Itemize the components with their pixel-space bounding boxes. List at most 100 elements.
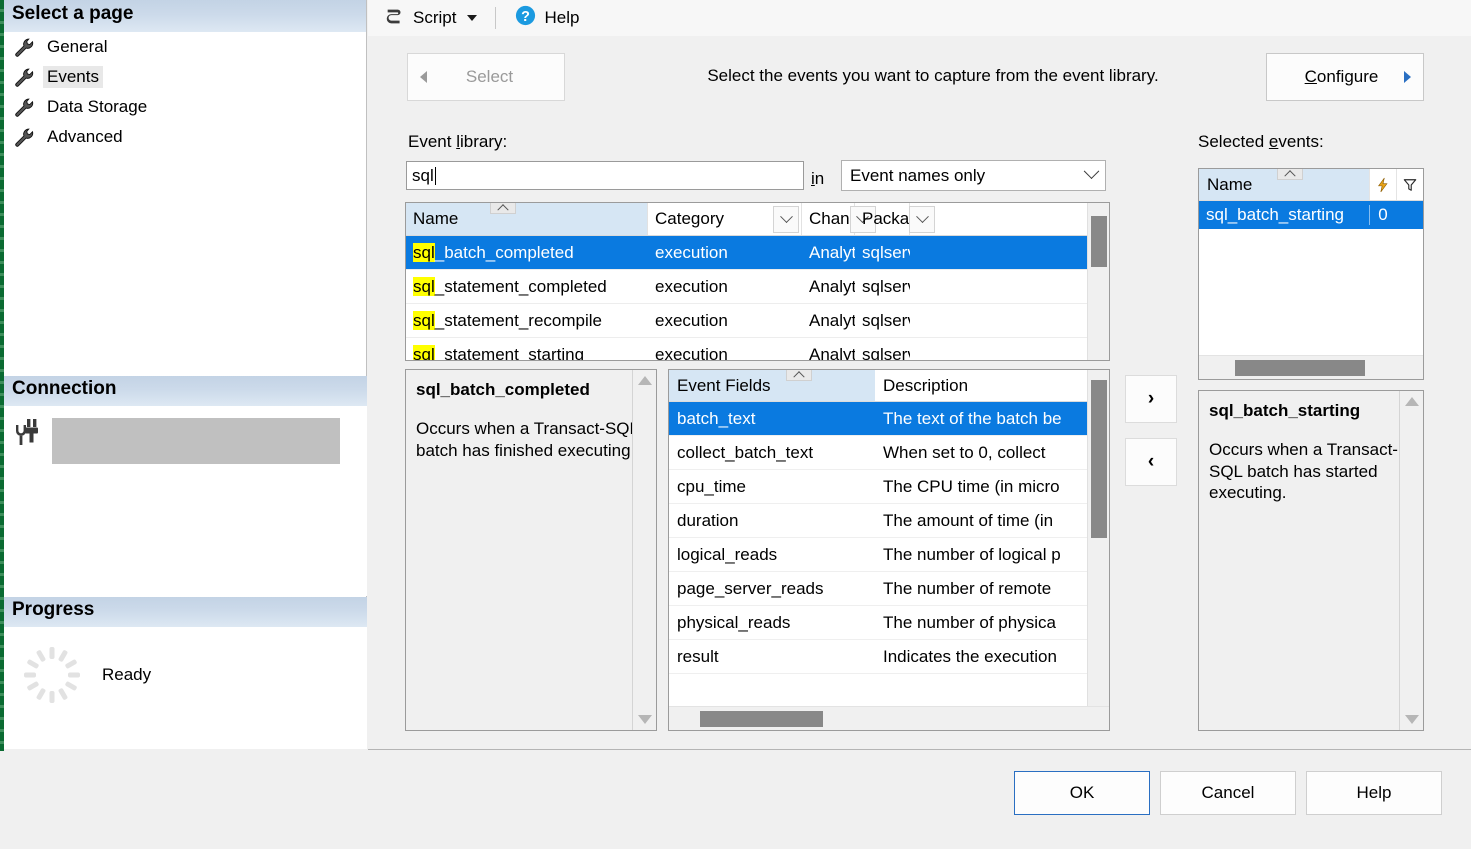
- help-button[interactable]: ? Help: [508, 2, 585, 34]
- selected-events-grid[interactable]: Name sql_batch_starting 0: [1198, 168, 1424, 380]
- event-library-search-input[interactable]: sql: [406, 161, 804, 190]
- column-header-label: Event Fields: [677, 375, 771, 395]
- search-highlight: sql: [413, 276, 435, 296]
- cell-field: batch_text: [677, 408, 756, 428]
- cell-description: The number of logical p: [883, 544, 1061, 564]
- sort-ascending-icon[interactable]: [490, 203, 516, 214]
- scrollbar-thumb[interactable]: [699, 711, 823, 727]
- page-instruction: Select the events you want to capture fr…: [707, 66, 1159, 85]
- search-scope-value: Event names only: [850, 165, 986, 185]
- sort-ascending-icon[interactable]: [786, 370, 812, 381]
- cell-description: When set to 0, collect: [883, 442, 1046, 462]
- scrollbar-thumb[interactable]: [1091, 380, 1107, 538]
- cancel-button[interactable]: Cancel: [1160, 771, 1296, 815]
- sort-ascending-icon[interactable]: [1277, 169, 1303, 180]
- sidebar-item-general[interactable]: General: [4, 32, 366, 62]
- column-header-label: Chan: [809, 209, 850, 228]
- text-cursor: [434, 166, 436, 185]
- wrench-icon: [13, 96, 35, 118]
- column-header-description[interactable]: Description: [875, 376, 1109, 396]
- triangle-down-icon[interactable]: [1404, 715, 1419, 724]
- wrench-icon: [13, 126, 35, 148]
- selected-event-description-title: sql_batch_starting: [1209, 401, 1361, 420]
- connection-row: [4, 406, 367, 464]
- remove-event-button[interactable]: ‹: [1125, 438, 1177, 486]
- configure-step-label: Configure: [1304, 67, 1379, 86]
- configure-step-button[interactable]: Configure: [1266, 53, 1424, 101]
- description-scrollbar[interactable]: [1399, 391, 1423, 730]
- triangle-up-icon[interactable]: [1404, 397, 1419, 406]
- cell-description: The CPU time (in micro: [883, 476, 1060, 496]
- table-row[interactable]: sql_statement_starting execution Analyti…: [406, 338, 1109, 360]
- sidebar-item-events[interactable]: Events: [4, 62, 366, 92]
- event-fields-grid[interactable]: Event Fields Description batch_text The …: [668, 369, 1110, 731]
- cell-channel: Analytic: [809, 310, 855, 330]
- scrollbar-thumb[interactable]: [1234, 360, 1365, 376]
- event-library-grid[interactable]: Name Category Chan Packa sql_batch_compl: [405, 202, 1110, 361]
- table-row[interactable]: sql_batch_starting 0: [1199, 201, 1423, 229]
- help-button[interactable]: Help: [1306, 771, 1442, 815]
- event-fields-horizontal-scrollbar[interactable]: [669, 706, 1109, 730]
- select-step-button[interactable]: Select: [407, 53, 565, 101]
- script-button[interactable]: Script: [378, 3, 483, 34]
- table-row[interactable]: sql_batch_completed execution Analytic s…: [406, 236, 1109, 270]
- cell-field: cpu_time: [677, 476, 746, 496]
- scrollbar-thumb[interactable]: [1091, 215, 1107, 268]
- table-row[interactable]: sql_statement_completed execution Analyt…: [406, 270, 1109, 304]
- table-row[interactable]: batch_text The text of the batch be: [669, 402, 1109, 436]
- table-row[interactable]: collect_batch_text When set to 0, collec…: [669, 436, 1109, 470]
- table-row[interactable]: sql_statement_recompile execution Analyt…: [406, 304, 1109, 338]
- cell-name: sql_statement_recompile: [413, 310, 602, 330]
- table-row[interactable]: logical_reads The number of logical p: [669, 538, 1109, 572]
- sidebar-item-label: Events: [43, 66, 103, 88]
- lightning-bolt-icon[interactable]: [1369, 169, 1396, 200]
- table-row[interactable]: result Indicates the execution: [669, 640, 1109, 674]
- connection-section: Connection: [4, 376, 367, 596]
- sidebar-item-advanced[interactable]: Advanced: [4, 122, 366, 152]
- chevron-down-icon[interactable]: [467, 15, 478, 21]
- chevron-right-icon: ›: [1147, 388, 1155, 409]
- event-fields-vertical-scrollbar[interactable]: [1087, 370, 1109, 706]
- triangle-down-icon[interactable]: [637, 715, 652, 724]
- chevron-down-icon[interactable]: [773, 205, 799, 233]
- cell-field: collect_batch_text: [677, 442, 814, 462]
- ok-button[interactable]: OK: [1014, 771, 1150, 815]
- column-header-name[interactable]: Name: [406, 203, 648, 235]
- cell-description: The number of physica: [883, 612, 1056, 632]
- filter-funnel-icon[interactable]: [1396, 169, 1423, 200]
- event-library-vertical-scrollbar[interactable]: [1087, 203, 1109, 360]
- cell-package: sqlserver: [862, 242, 910, 262]
- sidebar-item-data-storage[interactable]: Data Storage: [4, 92, 366, 122]
- selected-events-label: Selected events:: [1198, 132, 1324, 151]
- connection-header: Connection: [4, 376, 367, 406]
- table-row[interactable]: page_server_reads The number of remote: [669, 572, 1109, 606]
- table-row[interactable]: physical_reads The number of physica: [669, 606, 1109, 640]
- add-event-button[interactable]: ›: [1125, 375, 1177, 423]
- column-header-package[interactable]: Packa: [855, 203, 936, 235]
- column-header-channel[interactable]: Chan: [802, 203, 876, 235]
- triangle-left-icon: [420, 71, 427, 83]
- event-description-title: sql_batch_completed: [416, 380, 590, 399]
- sidebar-header: Select a page: [4, 0, 366, 32]
- triangle-right-icon: [1404, 71, 1411, 83]
- column-header-event-fields[interactable]: Event Fields: [669, 370, 875, 401]
- cell-channel: Analytic: [809, 242, 855, 262]
- column-header-category[interactable]: Category: [648, 203, 802, 235]
- chevron-down-icon: [1083, 163, 1100, 180]
- description-scrollbar[interactable]: [632, 370, 656, 730]
- triangle-up-icon[interactable]: [637, 376, 652, 385]
- script-label: Script: [413, 8, 457, 27]
- table-row[interactable]: cpu_time The CPU time (in micro: [669, 470, 1109, 504]
- cell-name: sql_statement_starting: [406, 344, 648, 360]
- search-scope-dropdown[interactable]: Event names only: [841, 160, 1106, 191]
- sidebar-item-label: Data Storage: [47, 97, 148, 116]
- selected-events-horizontal-scrollbar[interactable]: [1199, 355, 1423, 379]
- table-row[interactable]: duration The amount of time (in: [669, 504, 1109, 538]
- chevron-down-icon[interactable]: [909, 205, 936, 233]
- cell-field: logical_reads: [677, 544, 778, 564]
- event-library-header-row: Name Category Chan Packa: [406, 203, 1109, 236]
- cell-field: page_server_reads: [677, 578, 824, 598]
- wrench-icon: [13, 36, 35, 58]
- cell-category: execution: [655, 242, 728, 262]
- column-header-label: Name: [1207, 174, 1253, 194]
